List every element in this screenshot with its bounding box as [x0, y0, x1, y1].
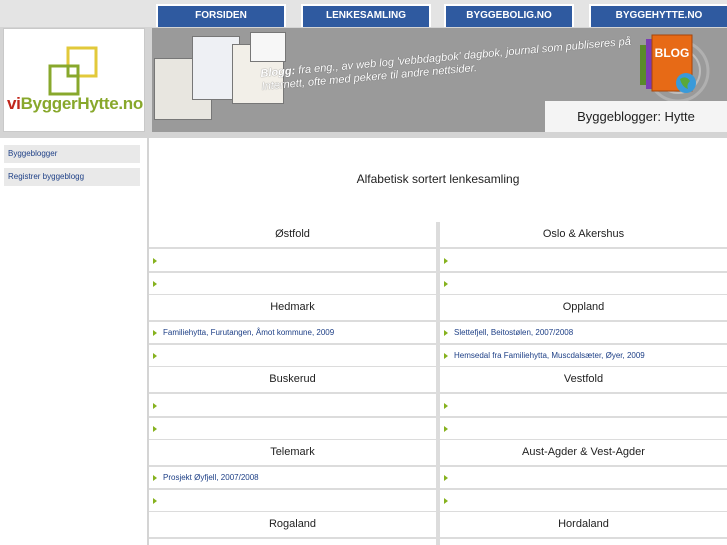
arrow-icon: [444, 403, 448, 409]
page-subtitle: Byggeblogger: Hytte: [545, 101, 727, 132]
blog-definition-text: fra eng., av web log 'vebbdagbok' dagbok…: [261, 35, 632, 93]
link-item-telemark-1[interactable]: Prosjekt Øyfjell, 2007/2008: [149, 468, 436, 488]
region-heading-rogaland: Rogaland: [149, 512, 436, 537]
region-heading-hedmark: Hedmark: [149, 295, 436, 320]
row-divider: [149, 247, 727, 249]
nav-lenkesamling-button[interactable]: LENKESAMLING: [301, 4, 431, 27]
blog-book-icon: BLOG: [640, 34, 710, 103]
logo-squares-icon: [48, 46, 98, 96]
nav-byggebolig-button[interactable]: BYGGEBOLIG.NO: [444, 4, 574, 27]
region-heading-vestfold: Vestfold: [440, 367, 727, 392]
link-text[interactable]: Slettefjell, Beitostølen, 2007/2008: [454, 328, 573, 337]
link-item-empty[interactable]: [440, 491, 727, 511]
sidebar: Byggeblogger Registrer byggeblogg: [0, 138, 147, 545]
logo-rest: ByggerHytte.no: [20, 94, 144, 113]
arrow-icon: [153, 426, 157, 432]
arrow-icon: [153, 353, 157, 359]
nav-byggehytte-button[interactable]: BYGGEHYTTE.NO: [589, 4, 727, 27]
link-item-empty[interactable]: [149, 251, 436, 271]
top-nav-bar: FORSIDEN LENKESAMLING BYGGEBOLIG.NO BYGG…: [0, 0, 727, 27]
arrow-icon: [153, 281, 157, 287]
region-heading-telemark: Telemark: [149, 440, 436, 465]
screenshot-thumbnail: [250, 32, 286, 62]
link-item-empty[interactable]: [149, 274, 436, 294]
arrow-icon: [444, 281, 448, 287]
link-item-empty[interactable]: [149, 396, 436, 416]
arrow-icon: [444, 330, 448, 336]
header-banner: Blogg: fra eng., av web log 'vebbdagbok'…: [152, 28, 727, 132]
arrow-icon: [153, 330, 157, 336]
row-divider: [149, 320, 727, 322]
arrow-icon: [444, 498, 448, 504]
region-heading-hordaland: Hordaland: [440, 512, 727, 537]
region-heading-agder: Aust-Agder & Vest-Agder: [440, 440, 727, 465]
page-title: Alfabetisk sortert lenkesamling: [356, 172, 520, 186]
arrow-icon: [153, 498, 157, 504]
link-item-empty[interactable]: [440, 251, 727, 271]
sidebar-item-registrer[interactable]: Registrer byggeblogg: [4, 168, 140, 186]
row-divider: [149, 537, 727, 539]
arrow-icon: [153, 258, 157, 264]
link-item-empty[interactable]: [440, 396, 727, 416]
nav-forsiden-button[interactable]: FORSIDEN: [156, 4, 286, 27]
link-item-empty[interactable]: [149, 491, 436, 511]
site-logo[interactable]: viByggerHytte.no: [3, 28, 145, 132]
row-divider: [149, 343, 727, 345]
blog-book-label: BLOG: [655, 46, 690, 60]
row-divider: [149, 488, 727, 490]
link-item-empty[interactable]: [440, 419, 727, 439]
link-item-oppland-2[interactable]: Hemsedal fra Familiehytta, Muscdalsæter,…: [440, 346, 727, 366]
link-text[interactable]: Prosjekt Øyfjell, 2007/2008: [163, 473, 259, 482]
arrow-icon: [444, 353, 448, 359]
link-collection: Alfabetisk sortert lenkesamling Østfold …: [149, 138, 727, 545]
link-item-empty[interactable]: [440, 274, 727, 294]
region-heading-oslo: Oslo & Akershus: [440, 222, 727, 247]
link-text[interactable]: Familiehytta, Furutangen, Åmot kommune, …: [163, 328, 334, 337]
logo-text: viByggerHytte.no: [7, 94, 143, 114]
arrow-icon: [444, 258, 448, 264]
row-divider: [149, 465, 727, 467]
blog-definition: Blogg: fra eng., av web log 'vebbdagbok'…: [260, 35, 641, 94]
arrow-icon: [153, 403, 157, 409]
row-divider: [149, 392, 727, 394]
row-divider: [149, 416, 727, 418]
logo-prefix: vi: [7, 94, 21, 113]
sidebar-item-byggeblogger[interactable]: Byggeblogger: [4, 145, 140, 163]
link-item-empty[interactable]: [149, 346, 436, 366]
link-item-empty[interactable]: [149, 419, 436, 439]
link-item-empty[interactable]: [440, 468, 727, 488]
row-divider: [149, 271, 727, 273]
link-item-oppland-1[interactable]: Slettefjell, Beitostølen, 2007/2008: [440, 323, 727, 343]
region-heading-oppland: Oppland: [440, 295, 727, 320]
region-heading-buskerud: Buskerud: [149, 367, 436, 392]
link-item-hedmark-1[interactable]: Familiehytta, Furutangen, Åmot kommune, …: [149, 323, 436, 343]
region-heading-ostfold: Østfold: [149, 222, 436, 247]
arrow-icon: [444, 475, 448, 481]
arrow-icon: [444, 426, 448, 432]
link-text[interactable]: Hemsedal fra Familiehytta, Muscdalsæter,…: [454, 351, 645, 360]
arrow-icon: [153, 475, 157, 481]
